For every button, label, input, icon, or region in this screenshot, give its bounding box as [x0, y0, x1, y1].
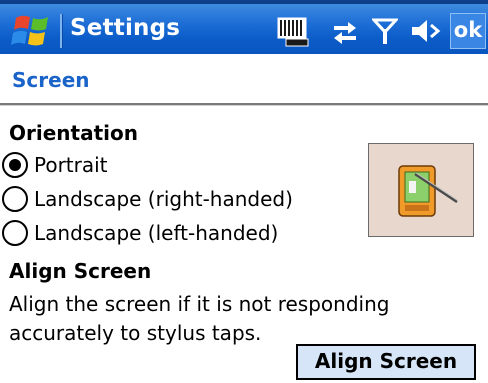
- title-bar: Settings ok: [0, 0, 488, 54]
- radio-button-selected[interactable]: [2, 152, 28, 178]
- radio-portrait[interactable]: Portrait: [2, 150, 108, 180]
- windows-start-icon[interactable]: [10, 12, 54, 50]
- connectivity-icon[interactable]: [330, 17, 360, 45]
- volume-icon[interactable]: [410, 17, 442, 45]
- align-screen-button[interactable]: Align Screen: [296, 344, 476, 380]
- ok-button[interactable]: ok: [450, 13, 486, 49]
- radio-landscape-left[interactable]: Landscape (left-handed): [2, 218, 278, 248]
- input-panel-icon[interactable]: [276, 17, 310, 47]
- header-divider-shadow: [0, 105, 488, 106]
- orientation-preview: [368, 143, 474, 237]
- radio-button[interactable]: [2, 186, 28, 212]
- radio-landscape-right[interactable]: Landscape (right-handed): [2, 184, 293, 214]
- radio-button[interactable]: [2, 220, 28, 246]
- radio-label-portrait: Portrait: [34, 153, 108, 177]
- signal-icon[interactable]: [372, 17, 398, 45]
- app-title: Settings: [70, 15, 181, 41]
- radio-label-landscape-left: Landscape (left-handed): [34, 221, 279, 245]
- radio-label-landscape-right: Landscape (right-handed): [34, 187, 293, 211]
- orientation-heading: Orientation: [9, 121, 138, 145]
- title-separator: [60, 14, 63, 48]
- align-screen-description: Align the screen if it is not responding…: [9, 292, 390, 345]
- device-orientation-icon: [398, 165, 458, 217]
- page-title: Screen: [12, 68, 90, 92]
- align-screen-heading: Align Screen: [9, 259, 152, 283]
